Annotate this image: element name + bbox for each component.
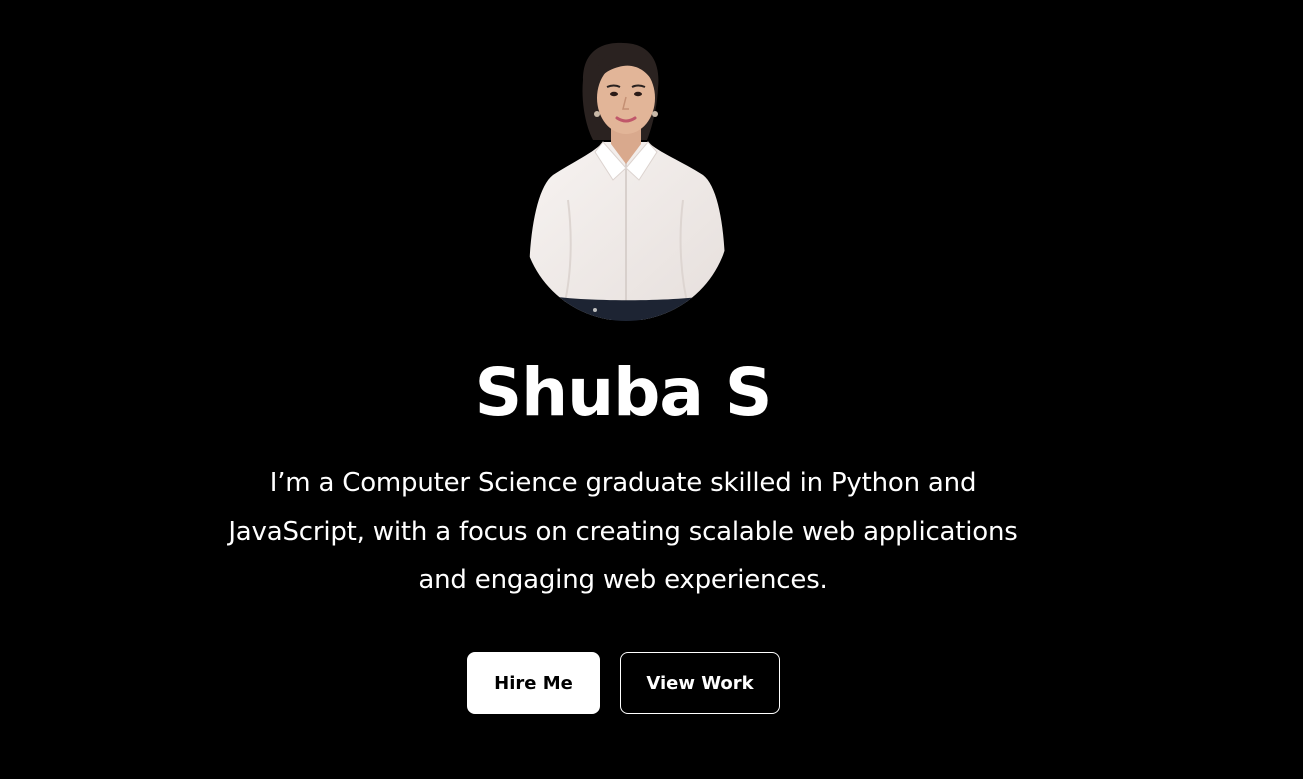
bio-line: JavaScript, with a focus on creating sca… (228, 516, 1018, 547)
bio-line: and engaging web experiences. (418, 565, 828, 595)
view-work-button[interactable]: View Work (620, 652, 780, 714)
profile-name: Shuba S (474, 354, 773, 431)
profile-photo-illustration (529, 42, 726, 321)
bio-line: I’m a Computer Science graduate skilled … (269, 468, 977, 498)
hero-section: Shuba S I’m a Computer Science graduate … (0, 0, 1303, 779)
hire-me-button[interactable]: Hire Me (467, 652, 600, 714)
profile-bio: I’m a Computer Science graduate skilled … (214, 459, 1032, 605)
action-buttons: Hire Me View Work (467, 652, 780, 714)
profile-photo (523, 40, 729, 322)
